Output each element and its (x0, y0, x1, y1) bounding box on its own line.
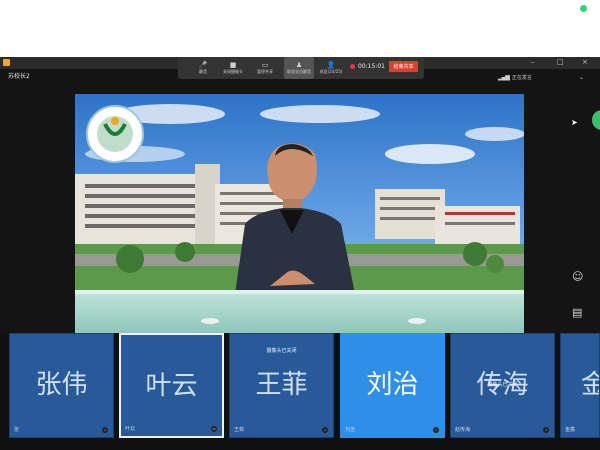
cursor-icon: ➤ (571, 118, 578, 127)
mute-all-icon: ♟ (295, 61, 303, 69)
microphone-icon: ♩ (543, 427, 549, 433)
participant-tile[interactable]: 刘治 刘治 ♩ (340, 333, 445, 438)
pause-share-button[interactable]: ▭ 暂停共享 (252, 57, 278, 79)
microphone-icon: 🎤 (198, 61, 208, 69)
signal-icon: ▂▄▆ (498, 73, 510, 81)
members-icon: 👤 (326, 61, 336, 69)
camera-off-button[interactable]: ■ 关闭摄像头 (220, 57, 246, 79)
microphone-icon: ♩ (322, 427, 328, 433)
microphone-icon: ♩ (102, 427, 108, 433)
emoji-reaction-icon[interactable]: ☺ (572, 270, 583, 283)
members-button[interactable]: 👤 成员(24/25) (318, 57, 344, 79)
stop-share-button[interactable]: 结束共享 (389, 61, 418, 72)
share-icon: ▭ (261, 61, 269, 69)
chevron-down-icon: ⌄ (578, 73, 584, 81)
maximize-icon[interactable]: □ (557, 58, 564, 66)
participant-tile[interactable]: 张伟 张 ♩ (9, 333, 114, 438)
screen-icon: ▭ (211, 426, 217, 432)
recording-dot-icon (350, 64, 355, 69)
mute-button[interactable]: 🎤 静音 (190, 57, 216, 79)
window-title: 苏校长2 (8, 73, 30, 80)
meeting-timer: 00:15:01 (358, 63, 385, 70)
minimize-icon[interactable]: – (531, 58, 535, 66)
shared-video (75, 94, 524, 333)
unmute-all-button[interactable]: ♟ 取消全员静音 (284, 57, 314, 79)
microphone-icon: ♩ (433, 427, 439, 433)
participant-tile[interactable]: 金 金鑫 (560, 333, 600, 438)
participant-tile[interactable]: 王菲 摄像头已关闭 王菲 ♩ (229, 333, 334, 438)
participant-tile[interactable]: 叶云 叶云 ▭ (119, 333, 224, 438)
speaker-status[interactable]: ▂▄▆ 正在发言 ⌄ (498, 72, 584, 82)
close-icon[interactable]: × (582, 58, 588, 66)
participant-tile[interactable]: 传海 摄像头已关闭 赵传海 ♩ (450, 333, 555, 438)
document-icon[interactable]: ▤ (572, 306, 582, 319)
notification-dot-icon (580, 5, 587, 12)
app-icon (3, 59, 10, 66)
meeting-toolbar: 🎤 静音 ■ 关闭摄像头 ▭ 暂停共享 ♟ 取消全员静音 👤 成员(24/25) (178, 57, 424, 79)
camera-icon: ■ (229, 61, 237, 69)
